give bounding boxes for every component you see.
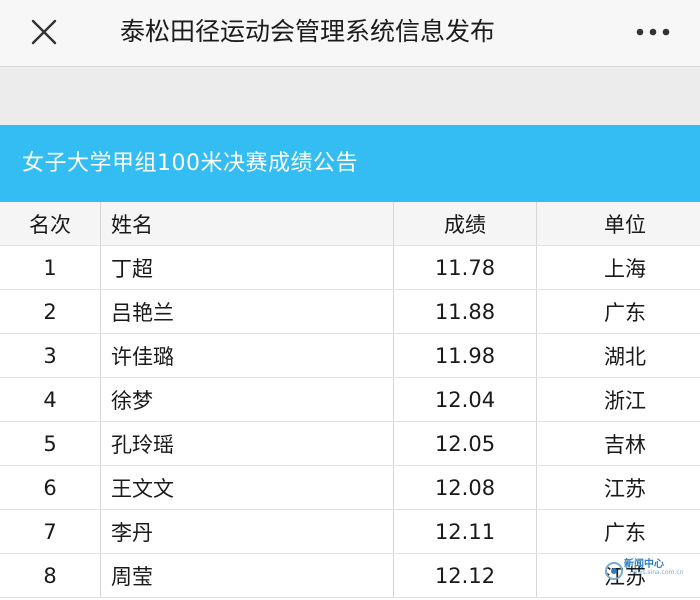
cell-unit: 浙江 bbox=[536, 377, 700, 422]
header-unit: 单位 bbox=[536, 202, 700, 246]
close-icon bbox=[31, 19, 57, 45]
cell-rank: 5 bbox=[0, 421, 101, 466]
table-row: 3 许佳璐 11.98 湖北 bbox=[0, 333, 700, 378]
cell-score: 12.08 bbox=[393, 465, 537, 510]
page-title: 泰松田径运动会管理系统信息发布 bbox=[120, 17, 496, 46]
cell-rank: 6 bbox=[0, 465, 101, 510]
header-name: 姓名 bbox=[100, 202, 394, 246]
cell-rank: 1 bbox=[0, 245, 101, 290]
table-row: 6 王文文 12.08 江苏 bbox=[0, 465, 700, 510]
cell-rank: 8 bbox=[0, 553, 101, 598]
cell-unit: 吉林 bbox=[536, 421, 700, 466]
cell-score: 12.05 bbox=[393, 421, 537, 466]
cell-rank: 4 bbox=[0, 377, 101, 422]
content-spacer bbox=[0, 67, 700, 125]
results-table: 名次 姓名 成绩 单位 1 丁超 11.78 上海 2 吕艳兰 11.88 广东… bbox=[0, 202, 700, 598]
cell-name: 吕艳兰 bbox=[100, 289, 394, 334]
cell-name: 孔玲瑶 bbox=[100, 421, 394, 466]
cell-score: 12.11 bbox=[393, 509, 537, 554]
cell-unit: 广东 bbox=[536, 509, 700, 554]
cell-score: 12.04 bbox=[393, 377, 537, 422]
header-rank: 名次 bbox=[0, 202, 101, 246]
cell-unit: 广东 bbox=[536, 289, 700, 334]
table-row: 8 周莹 12.12 江苏 bbox=[0, 553, 700, 598]
cell-rank: 7 bbox=[0, 509, 101, 554]
table-row: 4 徐梦 12.04 浙江 bbox=[0, 377, 700, 422]
cell-unit: 江苏 bbox=[536, 553, 700, 598]
cell-name: 王文文 bbox=[100, 465, 394, 510]
cell-name: 许佳璐 bbox=[100, 333, 394, 378]
cell-name: 徐梦 bbox=[100, 377, 394, 422]
table-header-row: 名次 姓名 成绩 单位 bbox=[0, 202, 700, 246]
table-row: 2 吕艳兰 11.88 广东 bbox=[0, 289, 700, 334]
table-row: 1 丁超 11.78 上海 bbox=[0, 245, 700, 290]
cell-unit: 江苏 bbox=[536, 465, 700, 510]
cell-score: 11.78 bbox=[393, 245, 537, 290]
cell-score: 11.98 bbox=[393, 333, 537, 378]
cell-rank: 2 bbox=[0, 289, 101, 334]
cell-name: 丁超 bbox=[100, 245, 394, 290]
more-dots-icon bbox=[636, 28, 670, 36]
cell-name: 李丹 bbox=[100, 509, 394, 554]
cell-score: 11.88 bbox=[393, 289, 537, 334]
more-options-button[interactable] bbox=[625, 12, 681, 52]
table-row: 7 李丹 12.11 广东 bbox=[0, 509, 700, 554]
cell-name: 周莹 bbox=[100, 553, 394, 598]
table-row: 5 孔玲瑶 12.05 吉林 bbox=[0, 421, 700, 466]
close-button[interactable] bbox=[22, 12, 66, 52]
cell-unit: 湖北 bbox=[536, 333, 700, 378]
top-nav-bar: 泰松田径运动会管理系统信息发布 bbox=[0, 0, 700, 67]
cell-rank: 3 bbox=[0, 333, 101, 378]
cell-unit: 上海 bbox=[536, 245, 700, 290]
header-score: 成绩 bbox=[393, 202, 537, 246]
announcement-banner: 女子大学甲组100米决赛成绩公告 bbox=[0, 125, 700, 202]
cell-score: 12.12 bbox=[393, 553, 537, 598]
